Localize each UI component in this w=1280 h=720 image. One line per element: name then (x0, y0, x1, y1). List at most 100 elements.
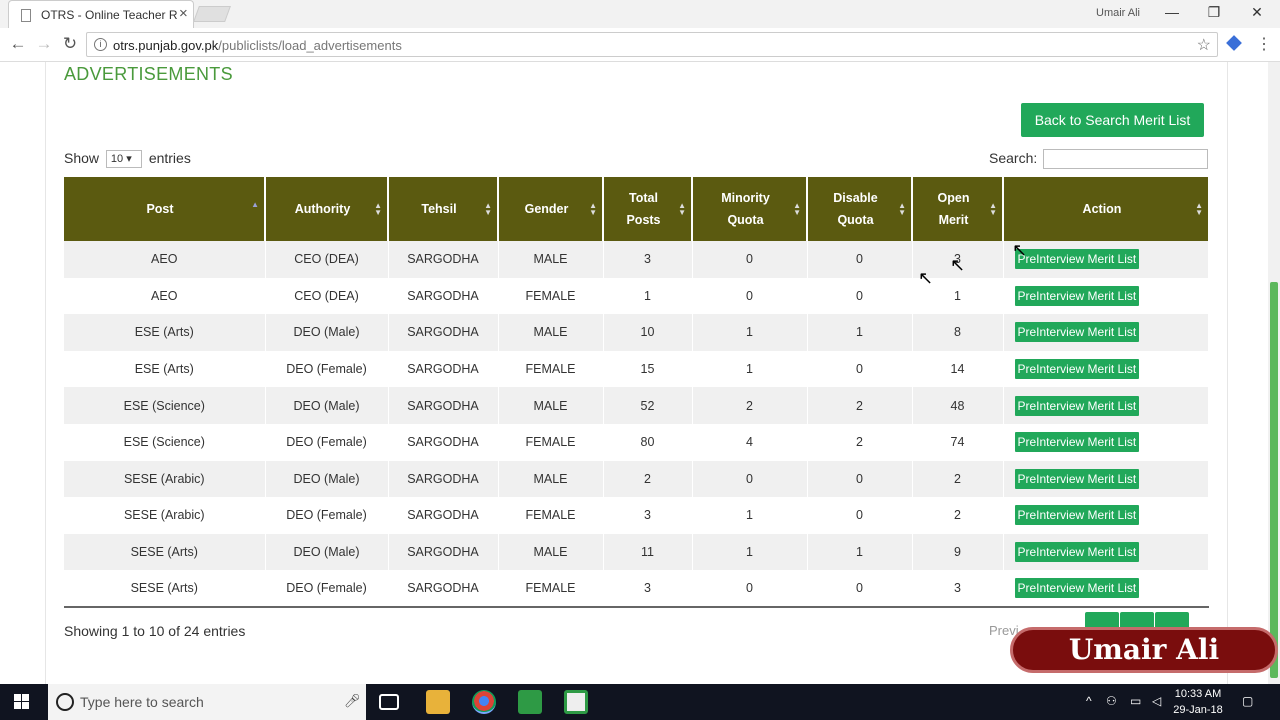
sort-arrows-icon[interactable]: ▲ ▼ (589, 202, 597, 217)
cell-minority: 1 (692, 314, 808, 351)
minimize-icon[interactable]: — (1162, 4, 1182, 20)
column-header[interactable]: Authority ▲ ▼ (265, 177, 389, 241)
taskbar-search-placeholder: Type here to search (80, 694, 204, 710)
cell-total: 3 (603, 241, 693, 278)
column-header[interactable]: Minority Quota ▲ ▼ (692, 177, 808, 241)
cell-gender: MALE (498, 533, 604, 571)
forward-arrow-icon[interactable]: → (34, 34, 54, 54)
cell-gender: FEMALE (498, 497, 604, 534)
preinterview-merit-list-button[interactable]: PreInterview Merit List (1014, 468, 1140, 489)
column-header-label: Action (1082, 202, 1122, 216)
people-icon[interactable]: ⚇ (1106, 694, 1117, 708)
sort-arrows-icon[interactable]: ▲ ▼ (898, 202, 906, 217)
cell-minority: 4 (692, 423, 808, 461)
column-header[interactable]: Gender ▲ ▼ (498, 177, 604, 241)
url-domain: otrs.punjab.gov.pk (113, 38, 219, 53)
bookmark-star-icon[interactable]: ☆ (1197, 35, 1211, 55)
sort-arrows-icon[interactable]: ▲ (251, 201, 259, 209)
column-header[interactable]: Tehsil ▲ ▼ (388, 177, 499, 241)
cell-disable: 0 (807, 350, 913, 388)
page-icon (21, 9, 31, 22)
watermark-logo: Umair Ali (1010, 627, 1278, 673)
scrollbar-thumb[interactable] (1270, 282, 1278, 678)
column-header[interactable]: Total Posts ▲ ▼ (603, 177, 693, 241)
cell-gender: MALE (498, 460, 604, 498)
cell-post: ESE (Science) (64, 423, 266, 461)
cell-tehsil: SARGODHA (388, 277, 499, 315)
column-header[interactable]: Post ▲ (64, 177, 266, 241)
preinterview-merit-list-button[interactable]: PreInterview Merit List (1014, 542, 1140, 563)
cell-action: PreInterview Merit List (1003, 497, 1209, 534)
cell-disable: 2 (807, 387, 913, 424)
cell-open: 14 (912, 350, 1004, 388)
site-info-icon[interactable]: i (94, 38, 107, 51)
cell-gender: MALE (498, 314, 604, 351)
preinterview-merit-list-button[interactable]: PreInterview Merit List (1014, 249, 1140, 270)
profile-name[interactable]: Umair Ali (1096, 7, 1140, 19)
preinterview-merit-list-button[interactable]: PreInterview Merit List (1014, 395, 1140, 416)
windows-start-icon[interactable] (14, 694, 30, 710)
sort-arrows-icon[interactable]: ▲ ▼ (1195, 202, 1203, 217)
column-header[interactable]: Disable Quota ▲ ▼ (807, 177, 913, 241)
address-bar[interactable]: i otrs.punjab.gov.pk/publiclists/load_ad… (86, 32, 1218, 57)
preinterview-merit-list-button[interactable]: PreInterview Merit List (1014, 505, 1140, 526)
network-icon[interactable]: ▭ (1130, 694, 1141, 708)
cell-tehsil: SARGODHA (388, 423, 499, 461)
browser-tab[interactable]: OTRS - Online Teacher Re × (8, 0, 194, 28)
column-header-label: Tehsil (421, 202, 457, 216)
sort-arrows-icon[interactable]: ▲ ▼ (484, 202, 492, 217)
cell-tehsil: SARGODHA (388, 460, 499, 498)
cell-authority: DEO (Female) (265, 497, 389, 534)
reload-icon[interactable]: ↻ (60, 34, 80, 54)
cell-gender: MALE (498, 241, 604, 278)
search-input[interactable] (1043, 149, 1208, 169)
cell-minority: 0 (692, 241, 808, 278)
file-explorer-icon[interactable] (426, 690, 450, 714)
entries-label: entries (148, 150, 191, 166)
sort-arrows-icon[interactable]: ▲ ▼ (374, 202, 382, 217)
microphone-icon[interactable]: 🎤︎ (344, 693, 361, 709)
task-view-icon[interactable] (379, 694, 399, 710)
maximize-icon[interactable]: ❐ (1204, 4, 1224, 21)
mouse-cursor-icon: ↖ (1012, 240, 1028, 260)
back-arrow-icon[interactable]: ← (8, 34, 28, 54)
cell-tehsil: SARGODHA (388, 350, 499, 388)
camtasia-recorder-icon[interactable] (564, 690, 588, 714)
preinterview-merit-list-button[interactable]: PreInterview Merit List (1014, 285, 1140, 306)
window-close-icon[interactable]: ✕ (1247, 4, 1267, 21)
tab-close-icon[interactable]: × (179, 6, 188, 22)
cell-minority: 1 (692, 497, 808, 534)
cell-open: 74 (912, 423, 1004, 461)
sort-arrows-icon[interactable]: ▲ ▼ (678, 202, 686, 217)
preinterview-merit-list-button[interactable]: PreInterview Merit List (1014, 359, 1140, 380)
clock-time: 10:33 AM (1174, 688, 1222, 700)
back-to-search-merit-list-button[interactable]: Back to Search Merit List (1021, 103, 1204, 137)
cell-action: PreInterview Merit List (1003, 387, 1209, 424)
cell-gender: FEMALE (498, 277, 604, 315)
extension-icon[interactable] (1226, 35, 1242, 51)
chrome-icon[interactable] (472, 690, 496, 714)
cell-total: 80 (603, 423, 693, 461)
cell-post: SESE (Arts) (64, 570, 266, 608)
preinterview-merit-list-button[interactable]: PreInterview Merit List (1014, 322, 1140, 343)
sort-arrows-icon[interactable]: ▲ ▼ (793, 202, 801, 217)
new-tab-button[interactable] (193, 6, 231, 22)
cell-post: ESE (Arts) (64, 350, 266, 388)
column-header[interactable]: Open Merit ▲ ▼ (912, 177, 1004, 241)
volume-icon[interactable]: ◁ (1152, 694, 1161, 708)
page-length-select[interactable]: 10 ▾ (105, 150, 142, 169)
preinterview-merit-list-button[interactable]: PreInterview Merit List (1014, 432, 1140, 453)
column-header[interactable]: Action ▲ ▼ (1003, 177, 1208, 241)
notifications-icon[interactable]: ▢ (1242, 694, 1253, 708)
tray-chevron-icon[interactable]: ^ (1086, 694, 1092, 708)
column-header-label: Open (937, 191, 970, 205)
column-header-label: Quota (727, 213, 764, 227)
browser-menu-icon[interactable]: ⋮ (1256, 34, 1272, 54)
cell-post: ESE (Arts) (64, 314, 266, 351)
taskbar-clock[interactable]: 10:33 AM 29-Jan-18 (1170, 686, 1226, 718)
camtasia-icon[interactable] (518, 690, 542, 714)
preinterview-merit-list-button[interactable]: PreInterview Merit List (1014, 578, 1140, 599)
taskbar-search-box[interactable]: Type here to search 🎤︎ (48, 684, 366, 720)
windows-taskbar: Type here to search 🎤︎ ^ ⚇ ▭ ◁ 10:33 AM … (0, 684, 1280, 720)
sort-arrows-icon[interactable]: ▲ ▼ (989, 202, 997, 217)
